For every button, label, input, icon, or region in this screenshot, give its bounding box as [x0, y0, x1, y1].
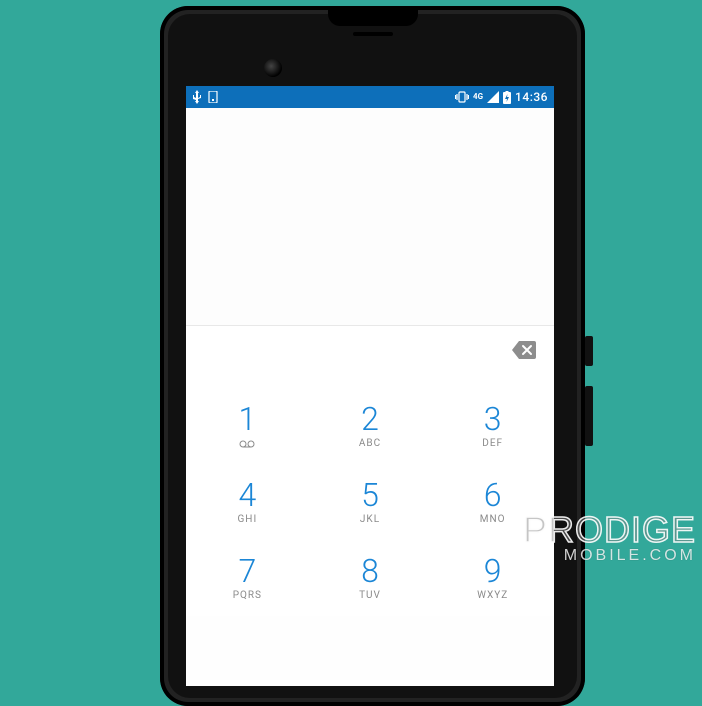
key-sublabel: JKL — [360, 514, 380, 526]
key-9[interactable]: 9 WXYZ — [431, 540, 554, 616]
phone-earpiece — [353, 32, 393, 36]
key-sublabel: MNO — [480, 514, 506, 526]
key-4[interactable]: 4 GHI — [186, 464, 309, 540]
key-digit: 5 — [361, 478, 379, 513]
key-digit: 3 — [484, 402, 502, 437]
key-2[interactable]: 2 ABC — [309, 388, 432, 464]
key-digit: 6 — [484, 478, 502, 513]
phone-frame: 4G 14:36 1 — [160, 6, 585, 706]
key-7[interactable]: 7 PQRS — [186, 540, 309, 616]
dialer-display-area — [186, 108, 554, 326]
phone-notch — [328, 8, 418, 26]
key-sublabel: WXYZ — [477, 590, 508, 602]
number-entry-row — [186, 326, 554, 374]
status-bar: 4G 14:36 — [186, 86, 554, 108]
backspace-button[interactable] — [512, 341, 536, 359]
key-digit: 7 — [238, 554, 256, 589]
key-sublabel: GHI — [238, 514, 258, 526]
key-digit: 9 — [484, 554, 502, 589]
signal-icon — [487, 91, 499, 103]
phone-side-button — [585, 336, 593, 366]
key-digit: 4 — [238, 478, 256, 513]
vibrate-icon — [455, 91, 469, 103]
phone-front-camera — [264, 59, 282, 77]
key-digit: 1 — [238, 402, 256, 437]
key-8[interactable]: 8 TUV — [309, 540, 432, 616]
key-5[interactable]: 5 JKL — [309, 464, 432, 540]
key-sublabel: TUV — [359, 590, 381, 602]
voicemail-icon — [239, 438, 255, 450]
card-icon — [208, 91, 218, 103]
status-clock: 14:36 — [515, 90, 548, 104]
key-sublabel: DEF — [482, 438, 503, 450]
backspace-icon — [512, 341, 536, 359]
key-3[interactable]: 3 DEF — [431, 388, 554, 464]
network-type-label: 4G — [473, 93, 483, 101]
key-digit: 2 — [361, 402, 379, 437]
battery-charging-icon — [503, 91, 511, 104]
key-sublabel: ABC — [359, 438, 381, 450]
key-sublabel: PQRS — [233, 590, 262, 602]
dialpad: 1 2 ABC 3 DEF 4 GHI — [186, 374, 554, 616]
usb-icon — [192, 90, 202, 104]
phone-screen: 4G 14:36 1 — [186, 86, 554, 686]
key-6[interactable]: 6 MNO — [431, 464, 554, 540]
phone-side-button — [585, 386, 593, 446]
key-digit: 8 — [361, 554, 379, 589]
key-1[interactable]: 1 — [186, 388, 309, 464]
